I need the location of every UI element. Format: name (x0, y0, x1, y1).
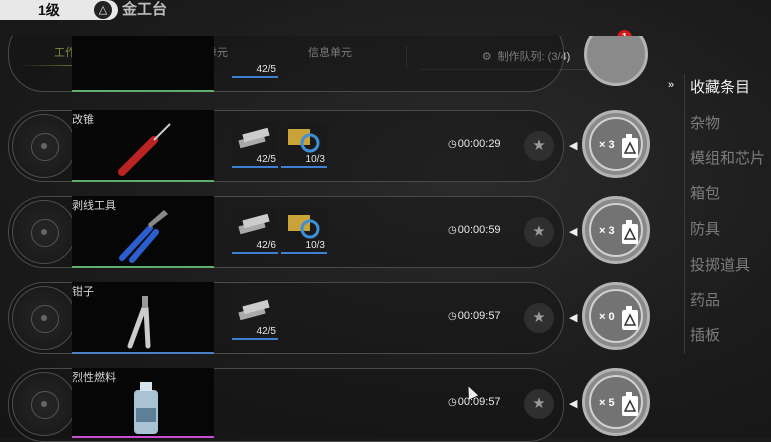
item-thumbnail: 钳子 (72, 282, 214, 354)
material-slot-steel[interactable]: 42/6 (232, 208, 278, 254)
craft-multiplier: × 3 (599, 225, 615, 237)
category-divider (684, 74, 685, 354)
level-pill: 1级 △ (0, 0, 118, 20)
clock-icon: ◷ (448, 311, 457, 322)
recipe-row[interactable]: 剥线工具 42/6 10/3 ◷00:00:59 ★ (8, 196, 564, 268)
material-count: 42/5 (256, 326, 276, 337)
fuel-can-icon (622, 134, 638, 158)
craft-button[interactable]: × 0 (582, 282, 650, 350)
item-name: 剥线工具 (72, 200, 116, 212)
pliers-icon (127, 296, 151, 349)
arrow-left-icon: ◀ (569, 226, 578, 238)
material-count: 42/5 (256, 64, 276, 75)
craft-multiplier: × 5 (599, 397, 615, 409)
rarity-bar (72, 266, 214, 268)
clock-icon: ◷ (448, 139, 457, 150)
wire-stripper-icon (119, 210, 168, 263)
dial-icon (12, 372, 76, 436)
fuel-can-icon (622, 392, 638, 416)
dial-icon (12, 286, 76, 350)
fuel-bottle-icon (134, 382, 158, 434)
material-count: 42/6 (256, 240, 276, 251)
item-thumbnail: 剥线工具 (72, 196, 214, 268)
item-name: 改锥 (72, 114, 94, 126)
category-bags[interactable]: 箱包 (690, 182, 720, 203)
recipe-row[interactable]: 钳子 42/5 ◷00:09:57 ★ (8, 282, 564, 354)
steel-plates-icon (238, 213, 270, 235)
favorite-star-button[interactable]: ★ (524, 217, 554, 247)
double-chevron-icon: » (668, 79, 675, 91)
favorite-star-button[interactable]: ★ (524, 131, 554, 161)
arrow-left-icon: ◀ (569, 398, 578, 410)
craft-button[interactable]: × 5 (582, 368, 650, 436)
material-count: 10/3 (305, 154, 325, 165)
craft-time: ◷00:09:57 (448, 396, 501, 408)
recipe-row-partial[interactable]: 42/5 (8, 36, 564, 92)
craft-time: ◷00:00:29 (448, 138, 501, 150)
category-medicine[interactable]: 药品 (690, 289, 720, 310)
craft-inner-ring: × 0 (589, 289, 643, 343)
category-armor[interactable]: 防具 (690, 218, 720, 239)
item-thumbnail: 烈性燃料 (72, 368, 214, 438)
favorite-star-button[interactable]: ★ (524, 389, 554, 419)
material-count: 42/5 (256, 154, 276, 165)
craft-button[interactable]: × 3 (582, 110, 650, 178)
material-slot-wire[interactable]: 10/3 (281, 208, 327, 254)
rarity-bar (72, 90, 214, 92)
clock-icon: ◷ (448, 397, 457, 408)
item-name: 烈性燃料 (72, 372, 116, 384)
recipe-row[interactable]: 改锥 42/5 10/3 ◷00:00:29 ★ (8, 110, 564, 182)
dial-icon (12, 200, 76, 264)
craft-button[interactable]: × 3 (582, 196, 650, 264)
rarity-bar (72, 352, 214, 354)
material-slot[interactable]: 42/5 (232, 50, 278, 78)
fuel-can-icon (622, 306, 638, 330)
steel-plates-icon (238, 127, 270, 149)
wire-coil-icon (288, 129, 320, 153)
level-label: 1级 (38, 2, 60, 18)
item-thumbnail (72, 36, 214, 92)
category-misc[interactable]: 杂物 (690, 112, 720, 133)
bench-icon: △ (94, 1, 112, 19)
material-count: 10/3 (305, 240, 325, 251)
dial-icon (12, 114, 76, 178)
craft-time: ◷00:09:57 (448, 310, 501, 322)
craft-time: ◷00:00:59 (448, 224, 501, 236)
fuel-can-icon (622, 220, 638, 244)
category-plates[interactable]: 插板 (690, 324, 720, 345)
craft-inner-ring: × 3 (589, 203, 643, 257)
craft-multiplier: × 0 (599, 311, 615, 323)
arrow-left-icon: ◀ (569, 140, 578, 152)
material-slot-steel[interactable]: 42/5 (232, 122, 278, 168)
clock-icon: ◷ (448, 225, 457, 236)
steel-plates-icon (238, 299, 270, 321)
item-name: 钳子 (72, 286, 94, 298)
screwdriver-icon (118, 123, 171, 176)
category-mods-chips[interactable]: 模组和芯片 (690, 147, 765, 168)
wire-coil-icon (288, 215, 320, 239)
recipe-row[interactable]: 烈性燃料 ◷00:09:57 ★ (8, 368, 564, 442)
bench-title: 金工台 (122, 1, 168, 18)
category-favorites[interactable]: 收藏条目 (690, 76, 750, 97)
material-slot-wire[interactable]: 10/3 (281, 122, 327, 168)
item-thumbnail: 改锥 (72, 110, 214, 182)
craft-multiplier: × 3 (599, 139, 615, 151)
category-throwables[interactable]: 投掷道具 (690, 254, 750, 275)
craft-inner-ring: × 5 (589, 375, 643, 429)
craft-inner-ring: × 3 (589, 117, 643, 171)
material-slot-steel[interactable]: 42/5 (232, 294, 278, 340)
favorite-star-button[interactable]: ★ (524, 303, 554, 333)
rarity-bar (72, 180, 214, 182)
craft-button-partial[interactable] (584, 36, 648, 90)
arrow-left-icon: ◀ (569, 312, 578, 324)
